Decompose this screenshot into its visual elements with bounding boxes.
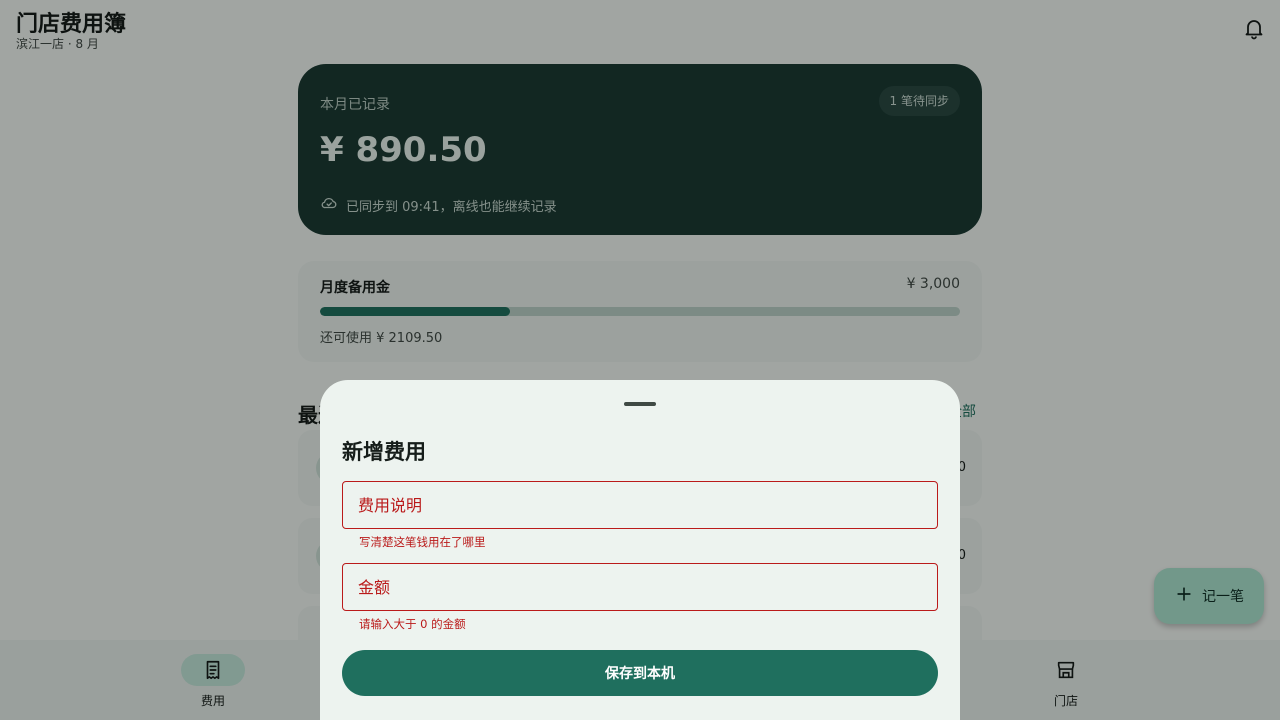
amount-error-text: 请输入大于 0 的金额 <box>359 617 466 631</box>
save-locally-button[interactable]: 保存到本机 <box>342 650 938 696</box>
expense-description-input[interactable] <box>342 481 938 529</box>
expense-amount-input[interactable] <box>342 563 938 611</box>
drag-handle[interactable] <box>624 402 656 406</box>
description-error-text: 写清楚这笔钱用在了哪里 <box>359 535 486 549</box>
add-expense-sheet: 新增费用 写清楚这笔钱用在了哪里 请输入大于 0 的金额 保存到本机 <box>320 380 960 720</box>
sheet-title: 新增费用 <box>342 440 426 464</box>
